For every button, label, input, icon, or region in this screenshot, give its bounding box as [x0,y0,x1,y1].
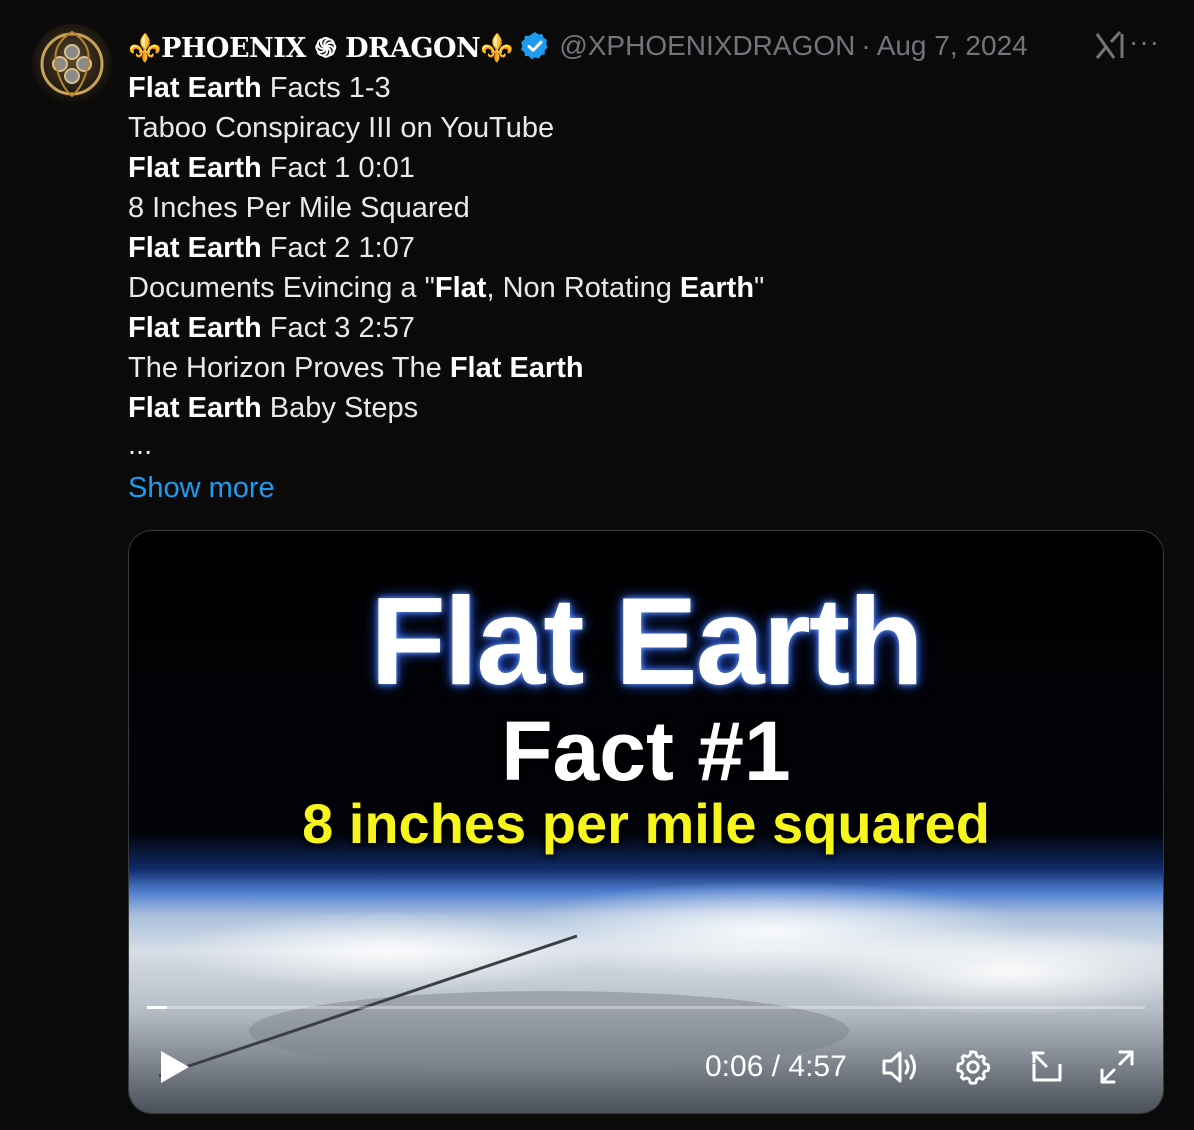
video-title-text: Flat Earth [370,573,924,711]
video-time: 0:06 / 4:57 [705,1050,847,1083]
text-run: Fact 1 0:01 [261,152,415,184]
volume-icon [882,1051,916,1083]
play-button[interactable] [157,1047,193,1087]
user-handle[interactable]: @XPHOENIXDRAGON [559,30,855,62]
display-name[interactable]: ⚜️PHOENIX ֍ DRAGON⚜️ [128,28,514,65]
video-caption-text: 8 inches per mile squared [302,792,990,855]
video-subtitle-text: Fact #1 [501,704,791,798]
avatar[interactable] [32,24,112,104]
popout-icon [1031,1051,1062,1082]
text-run: Fact 2 1:07 [261,232,415,264]
bold-text-run: Flat Earth [128,312,262,344]
video-progress-bar[interactable] [147,1006,1145,1009]
post-text-line: Flat Earth Fact 3 2:57 [128,308,764,348]
bold-text-run: Earth [679,272,755,304]
text-run: Facts 1-3 [261,72,391,104]
text-run: 8 Inches Per Mile Squared [128,192,470,224]
text-run: Taboo Conspiracy III on YouTube [128,112,555,144]
video-player[interactable]: Flat Earth Fact #1 8 inches per mile squ… [128,530,1164,1114]
text-run: Documents Evincing a " [128,272,435,304]
post-text-line: Taboo Conspiracy III on YouTube [128,108,764,148]
volume-button[interactable] [881,1047,921,1087]
dragon-emblem-icon [40,30,104,98]
text-run: The Horizon Proves The [128,352,450,384]
verified-badge-icon [519,30,551,62]
bold-text-run: Flat Earth [128,72,262,104]
grok-icon[interactable] [1094,30,1128,62]
fullscreen-icon [1100,1050,1134,1084]
bold-text-run: Flat [434,272,487,304]
text-run: " [754,272,765,304]
bold-text-run: Flat Earth [449,352,584,384]
post-text-line: Flat Earth Facts 1-3 [128,68,764,108]
bold-text-run: Flat Earth [128,152,262,184]
post-text-line: Flat Earth Baby Steps [128,388,764,428]
popout-button[interactable] [1027,1047,1067,1087]
bold-text-run: Flat Earth [128,392,262,424]
video-progress-fill [147,1006,167,1009]
show-more-link[interactable]: Show more [128,468,764,508]
separator-dot: · [861,30,871,61]
post-text-line: The Horizon Proves The Flat Earth [128,348,764,388]
post-text-line: Flat Earth Fact 2 1:07 [128,228,764,268]
post-text-line: 8 Inches Per Mile Squared [128,188,764,228]
post-text: Flat Earth Facts 1-3 Taboo Conspiracy III… [128,68,764,508]
post-date[interactable]: Aug 7, 2024 [877,30,1028,62]
play-icon [161,1051,189,1083]
gear-icon [956,1050,991,1085]
truncation-ellipsis: ... [128,429,153,461]
post-text-line: Flat Earth Fact 1 0:01 [128,148,764,188]
post-text-line: Documents Evincing a "Flat, Non Rotating… [128,268,764,308]
more-options-icon[interactable]: ··· [1129,26,1160,58]
settings-button[interactable] [953,1047,993,1087]
bold-text-run: Flat Earth [128,232,262,264]
text-run: , Non Rotating [486,272,680,304]
text-run: Baby Steps [261,392,419,424]
text-run: Fact 3 2:57 [261,312,415,344]
post-header: ⚜️PHOENIX ֍ DRAGON⚜️ @XPHOENIXDRAGON · A… [128,26,1164,66]
fullscreen-button[interactable] [1097,1047,1137,1087]
